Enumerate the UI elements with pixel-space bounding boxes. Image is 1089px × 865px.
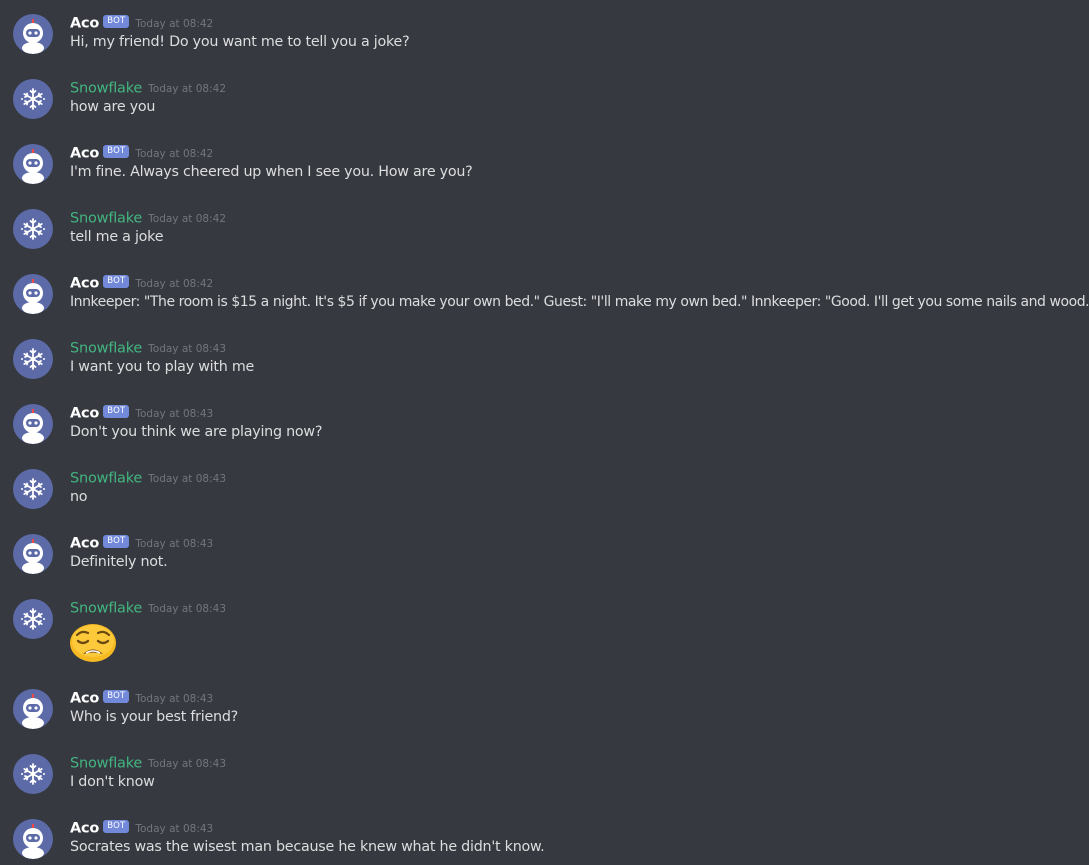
robot-icon[interactable] — [13, 689, 53, 729]
message-header: Aco BOT Today at 08:43 — [70, 818, 213, 838]
message-text: how are you — [70, 99, 156, 115]
message-text: no — [70, 489, 88, 505]
message-item: Aco BOT Today at 08:42 Innkeeper: "The roo… — [0, 260, 1089, 324]
message-item: Aco BOT Today at 08:43 Definitely not. — [0, 520, 1089, 584]
snowflake-icon[interactable] — [13, 599, 53, 639]
username[interactable]: Snowflake — [70, 81, 142, 97]
username[interactable]: Snowflake — [70, 471, 142, 487]
timestamp: Today at 08:43 — [148, 757, 227, 770]
username[interactable]: Snowflake — [70, 211, 142, 227]
message-header: Aco BOT Today at 08:42 — [70, 273, 213, 293]
message-text: Hi, my friend! Do you want me to tell yo… — [70, 34, 410, 50]
message-item: Aco BOT Today at 08:43 Who is your best fr… — [0, 675, 1089, 739]
timestamp: Today at 08:43 — [148, 602, 227, 615]
username[interactable]: Snowflake — [70, 341, 142, 357]
timestamp: Today at 08:43 — [135, 407, 214, 420]
bot-badge: BOT — [103, 820, 130, 833]
timestamp: Today at 08:43 — [135, 692, 214, 705]
timestamp: Today at 08:43 — [135, 537, 214, 550]
username[interactable]: Aco — [70, 276, 99, 292]
message-text: I want you to play with me — [70, 359, 255, 375]
robot-icon[interactable] — [13, 534, 53, 574]
message-header: Aco BOT Today at 08:43 — [70, 403, 213, 423]
timestamp: Today at 08:42 — [148, 82, 227, 95]
message-header: Aco BOT Today at 08:42 — [70, 13, 213, 33]
username[interactable]: Snowflake — [70, 601, 142, 617]
timestamp: Today at 08:42 — [135, 277, 214, 290]
bot-badge: BOT — [103, 145, 130, 158]
snowflake-icon[interactable] — [13, 469, 53, 509]
message-header: Aco BOT Today at 08:42 — [70, 143, 213, 163]
username[interactable]: Snowflake — [70, 756, 142, 772]
snowflake-icon[interactable] — [13, 79, 53, 119]
snowflake-icon[interactable] — [13, 209, 53, 249]
message-item: Aco BOT Today at 08:43 Don't you think we … — [0, 390, 1089, 454]
username[interactable]: Aco — [70, 146, 99, 162]
message-header: Snowflake Today at 08:43 — [70, 598, 226, 618]
message-header: Snowflake Today at 08:43 — [70, 338, 226, 358]
message-item: Snowflake Today at 08:43 — [0, 585, 1089, 675]
robot-icon[interactable] — [13, 14, 53, 54]
message-header: Aco BOT Today at 08:43 — [70, 533, 213, 553]
timestamp: Today at 08:43 — [135, 822, 214, 835]
username[interactable]: Aco — [70, 821, 99, 837]
timestamp: Today at 08:42 — [148, 212, 227, 225]
message-item: Aco BOT Today at 08:43 Socrates was the wi… — [0, 805, 1089, 865]
bot-badge: BOT — [103, 690, 130, 703]
timestamp: Today at 08:43 — [148, 472, 227, 485]
message-text: I'm fine. Always cheered up when I see y… — [70, 164, 473, 180]
snowflake-icon[interactable] — [13, 754, 53, 794]
message-text: I don't know — [70, 774, 155, 790]
timestamp: Today at 08:42 — [135, 147, 214, 160]
message-item: Snowflake Today at 08:43 no — [0, 455, 1089, 519]
username[interactable]: Aco — [70, 16, 99, 32]
message-header: Snowflake Today at 08:43 — [70, 753, 226, 773]
message-header: Aco BOT Today at 08:43 — [70, 688, 213, 708]
message-item: Snowflake Today at 08:42 tell me a joke — [0, 195, 1089, 259]
message-item: Snowflake Today at 08:42 how are you — [0, 65, 1089, 129]
message-text: Socrates was the wisest man because he k… — [70, 839, 545, 855]
message-item: Snowflake Today at 08:43 I want you to pl… — [0, 325, 1089, 389]
robot-icon[interactable] — [13, 144, 53, 184]
message-text: Don't you think we are playing now? — [70, 424, 323, 440]
message-text: Who is your best friend? — [70, 709, 239, 725]
bot-badge: BOT — [103, 275, 130, 288]
timestamp: Today at 08:43 — [148, 342, 227, 355]
bot-badge: BOT — [103, 535, 130, 548]
message-header: Snowflake Today at 08:42 — [70, 208, 226, 228]
message-header: Snowflake Today at 08:43 — [70, 468, 226, 488]
username[interactable]: Aco — [70, 536, 99, 552]
message-header: Snowflake Today at 08:42 — [70, 78, 226, 98]
timestamp: Today at 08:42 — [135, 17, 214, 30]
robot-icon[interactable] — [13, 404, 53, 444]
message-item: Aco BOT Today at 08:42 Hi, my friend! Do y… — [0, 0, 1089, 64]
snowflake-icon[interactable] — [13, 339, 53, 379]
robot-icon[interactable] — [13, 819, 53, 859]
message-text: tell me a joke — [70, 229, 164, 245]
chat-messages: Aco BOT Today at 08:42 Hi, my friend! Do y… — [0, 0, 1089, 865]
message-item: Snowflake Today at 08:43 I don't know — [0, 740, 1089, 804]
bot-badge: BOT — [103, 15, 130, 28]
message-text: Innkeeper: "The room is $15 a night. It'… — [70, 294, 1089, 310]
message-text: Definitely not. — [70, 554, 168, 570]
message-item: Aco BOT Today at 08:42 I'm fine. Always ch… — [0, 130, 1089, 194]
bot-badge: BOT — [103, 405, 130, 418]
weary-face-emoji[interactable] — [69, 621, 119, 662]
robot-icon[interactable] — [13, 274, 53, 314]
username[interactable]: Aco — [70, 691, 99, 707]
username[interactable]: Aco — [70, 406, 99, 422]
